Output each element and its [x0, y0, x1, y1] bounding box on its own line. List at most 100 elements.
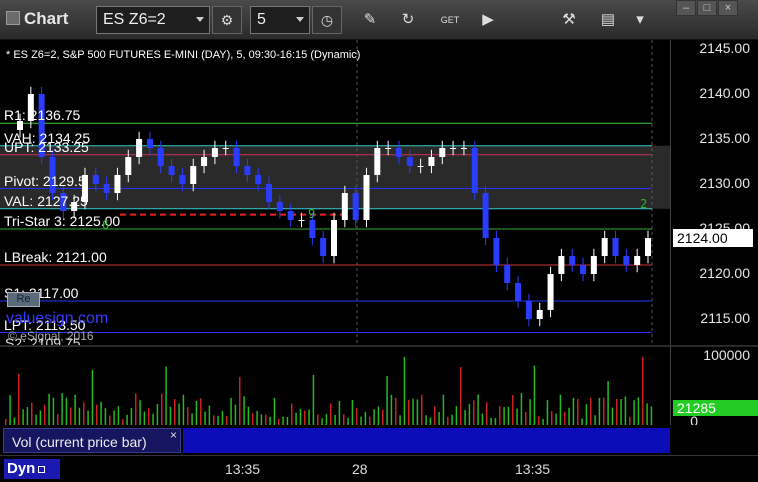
volume-study-tab[interactable]: Vol (current price bar) — [3, 428, 181, 453]
candle-body — [482, 193, 489, 238]
candle-body — [363, 175, 370, 220]
volume-axis[interactable]: 100000 21285 0 — [670, 347, 758, 429]
volume-bar — [403, 357, 406, 425]
volume-bar — [481, 413, 484, 425]
volume-bar — [642, 357, 644, 425]
volume-bar — [295, 412, 297, 425]
dropdown-arrow-icon[interactable]: ▾ — [628, 8, 652, 32]
comment-icon[interactable]: ▤ — [596, 8, 620, 32]
chart-icon — [6, 11, 20, 25]
candle-body — [146, 139, 153, 148]
price-axis-label: 2135.00 — [699, 130, 750, 146]
volume-bar — [572, 397, 575, 425]
volume-bar — [87, 410, 89, 425]
candle-body — [331, 220, 337, 256]
volume-bar — [187, 407, 189, 425]
get-icon[interactable]: GET — [438, 8, 462, 32]
volume-bar — [555, 413, 557, 425]
level-label: R1: 2136.75 — [4, 107, 81, 124]
volume-bar — [135, 393, 137, 425]
volume-bar — [377, 406, 380, 425]
volume-bar — [551, 411, 553, 425]
chart-description: * ES Z6=2, S&P 500 FUTURES E-MINI (DAY),… — [6, 49, 361, 61]
volume-bar — [52, 397, 55, 425]
volume-bar — [434, 406, 436, 425]
volume-bar — [291, 403, 293, 425]
volume-bar — [70, 407, 72, 425]
gear-icon[interactable]: ⚙ — [212, 6, 242, 34]
candle-body — [92, 175, 99, 184]
volume-bar — [351, 399, 354, 425]
volume-bar — [408, 399, 410, 425]
volume-bar — [304, 410, 306, 425]
volume-bar — [529, 399, 531, 425]
volume-bar — [109, 415, 111, 425]
signal-marker: 2 — [640, 197, 648, 211]
volume-bar — [31, 402, 33, 425]
interval-dropdown[interactable]: 5 — [250, 6, 310, 34]
volume-bar — [525, 412, 527, 425]
candle-body — [525, 301, 532, 319]
candle-body — [601, 238, 608, 256]
close-icon[interactable]: × — [170, 428, 177, 442]
candle-body — [374, 148, 381, 175]
candle-body — [276, 202, 283, 211]
volume-bar — [182, 394, 185, 425]
candle-body — [103, 184, 110, 193]
price-axis[interactable]: 2145.00 2140.00 2135.00 2130.00 2125.00 2120.… — [670, 40, 758, 346]
candle-body — [450, 148, 457, 149]
minimize-icon[interactable]: – — [676, 0, 696, 16]
clock-icon[interactable]: ◷ — [312, 6, 342, 34]
volume-bar — [338, 400, 341, 425]
candle-body — [352, 193, 359, 220]
candle-body — [623, 256, 630, 265]
price-axis-label: 2145.00 — [699, 40, 750, 56]
volume-bar — [460, 367, 462, 425]
volume-bar — [221, 411, 224, 425]
volume-bar — [213, 415, 215, 425]
volume-bar — [429, 417, 432, 425]
volume-bar — [234, 404, 237, 425]
symbol-dropdown[interactable]: ES Z6=2 — [96, 6, 210, 34]
volume-bar — [247, 406, 250, 425]
signal-marker: 9 — [308, 207, 316, 221]
pencil-icon[interactable]: ✎ — [358, 8, 382, 32]
maximize-icon[interactable]: □ — [697, 0, 717, 16]
close-icon[interactable]: × — [718, 0, 738, 16]
volume-bar — [546, 399, 549, 425]
volume-bar — [425, 415, 427, 425]
volume-bar — [61, 393, 63, 425]
volume-bar — [226, 415, 228, 425]
watermark: valuesign.com — [6, 310, 109, 327]
level-label: UPT: 2133.25 — [4, 138, 89, 155]
replay-pill[interactable]: Re — [7, 292, 40, 307]
volume-bar — [520, 393, 523, 425]
volume-bar — [447, 416, 449, 425]
volume-bar — [494, 418, 497, 425]
volume-bar — [200, 398, 202, 425]
volume-bar — [451, 414, 453, 425]
volume-bar — [607, 381, 609, 425]
refresh-icon[interactable]: ↻ — [396, 8, 420, 32]
volume-bar — [538, 416, 540, 425]
dynamic-button[interactable]: Dyn — [4, 459, 60, 479]
volume-pane[interactable] — [0, 347, 670, 425]
current-price-label: 2124.00 — [673, 229, 753, 247]
chevron-down-icon — [196, 17, 204, 22]
volume-bar — [334, 414, 336, 425]
candle-body — [201, 157, 208, 166]
candle-body — [125, 157, 132, 175]
price-pane[interactable]: * ES Z6=2, S&P 500 FUTURES E-MINI (DAY),… — [0, 40, 670, 351]
candle-body — [114, 175, 121, 193]
tool-icon[interactable]: ⚒ — [557, 8, 581, 32]
volume-bar — [252, 413, 254, 425]
volume-bar — [174, 399, 176, 425]
play-icon[interactable]: ▶ — [476, 8, 500, 32]
volume-bar — [57, 414, 59, 425]
time-axis[interactable]: Dyn 13:35 28 13:35 — [0, 455, 758, 482]
volume-bar — [330, 403, 332, 425]
volume-bar — [260, 414, 263, 425]
volume-bar — [455, 406, 458, 425]
candle-body — [547, 274, 554, 310]
volume-bar — [468, 404, 471, 425]
